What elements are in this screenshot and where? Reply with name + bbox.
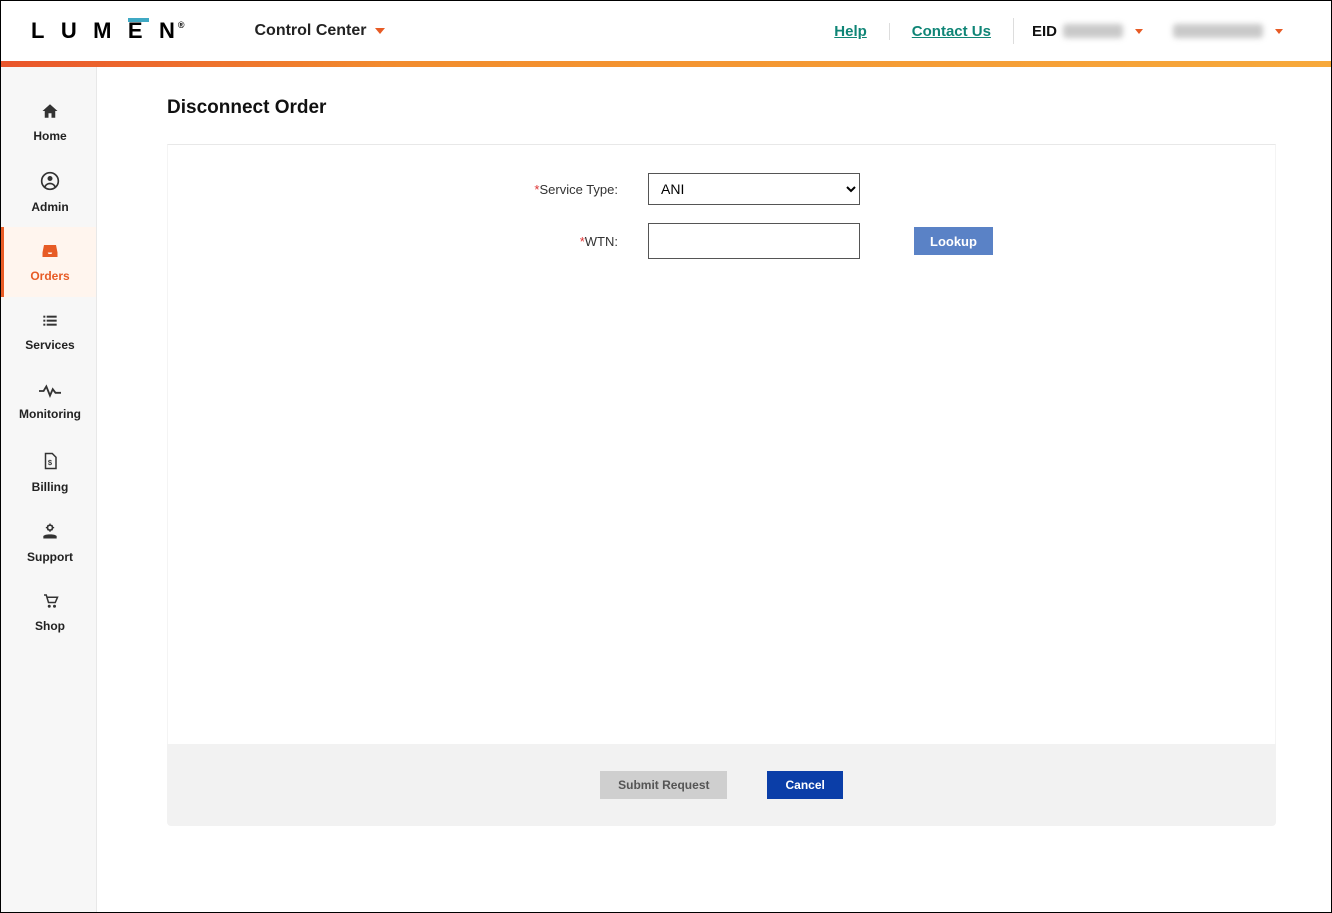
sidebar-item-shop[interactable]: Shop: [1, 577, 96, 647]
pulse-icon: [39, 384, 61, 401]
wtn-label-col: *WTN:: [208, 234, 648, 249]
eid-value-redacted: [1063, 24, 1123, 38]
sidebar-item-home[interactable]: Home: [1, 87, 96, 157]
chevron-down-icon: [375, 28, 385, 34]
contact-us-link[interactable]: Contact Us: [890, 23, 1013, 40]
sidebar-item-orders[interactable]: Orders: [1, 227, 96, 297]
brand-logo: L U M E N®: [31, 18, 185, 44]
gear-hand-icon: [40, 521, 60, 544]
service-type-label: Service Type:: [539, 182, 618, 197]
submit-request-button[interactable]: Submit Request: [600, 771, 727, 799]
sidebar-item-label: Home: [33, 129, 66, 143]
footer-bar: Submit Request Cancel: [167, 744, 1276, 826]
sidebar-item-label: Admin: [31, 200, 68, 214]
user-icon: [40, 171, 60, 194]
help-link[interactable]: Help: [812, 23, 890, 40]
home-icon: [40, 102, 60, 123]
control-center-dropdown[interactable]: Control Center: [255, 22, 385, 40]
inbox-icon: [40, 242, 60, 263]
top-right-group: Help Contact Us EID: [812, 18, 1301, 44]
top-bar: L U M E N® Control Center Help Contact U…: [1, 1, 1331, 61]
chevron-down-icon: [1135, 29, 1143, 34]
form-panel: *Service Type: ANI *WTN: Lookup: [167, 144, 1276, 744]
sidebar: Home Admin Orders Services Monitoring: [1, 67, 97, 912]
service-type-label-col: *Service Type:: [208, 182, 648, 197]
page-title: Disconnect Order: [167, 97, 1276, 119]
document-dollar-icon: $: [41, 451, 59, 474]
list-icon: [40, 313, 60, 332]
control-center-label: Control Center: [255, 22, 367, 40]
sidebar-item-label: Billing: [32, 480, 69, 494]
wtn-row: *WTN: Lookup: [208, 223, 1235, 259]
eid-dropdown[interactable]: EID: [1014, 23, 1161, 40]
sidebar-item-billing[interactable]: $ Billing: [1, 437, 96, 507]
sidebar-item-label: Shop: [35, 619, 65, 633]
cancel-button[interactable]: Cancel: [767, 771, 842, 799]
eid-prefix: EID: [1032, 23, 1057, 40]
sidebar-item-admin[interactable]: Admin: [1, 157, 96, 227]
main-content: Disconnect Order *Service Type: ANI *WTN…: [97, 67, 1331, 912]
svg-text:$: $: [48, 457, 53, 466]
sidebar-item-label: Orders: [30, 269, 69, 283]
account-dropdown[interactable]: [1161, 24, 1301, 38]
service-type-row: *Service Type: ANI: [208, 173, 1235, 205]
cart-icon: [40, 592, 60, 613]
sidebar-item-support[interactable]: Support: [1, 507, 96, 577]
sidebar-item-label: Services: [25, 338, 74, 352]
wtn-input[interactable]: [648, 223, 860, 259]
account-value-redacted: [1173, 24, 1263, 38]
wtn-label: WTN:: [585, 234, 618, 249]
sidebar-item-services[interactable]: Services: [1, 297, 96, 367]
chevron-down-icon: [1275, 29, 1283, 34]
service-type-select[interactable]: ANI: [648, 173, 860, 205]
sidebar-item-label: Monitoring: [19, 407, 81, 421]
lookup-button[interactable]: Lookup: [914, 227, 993, 255]
sidebar-item-label: Support: [27, 550, 73, 564]
sidebar-item-monitoring[interactable]: Monitoring: [1, 367, 96, 437]
